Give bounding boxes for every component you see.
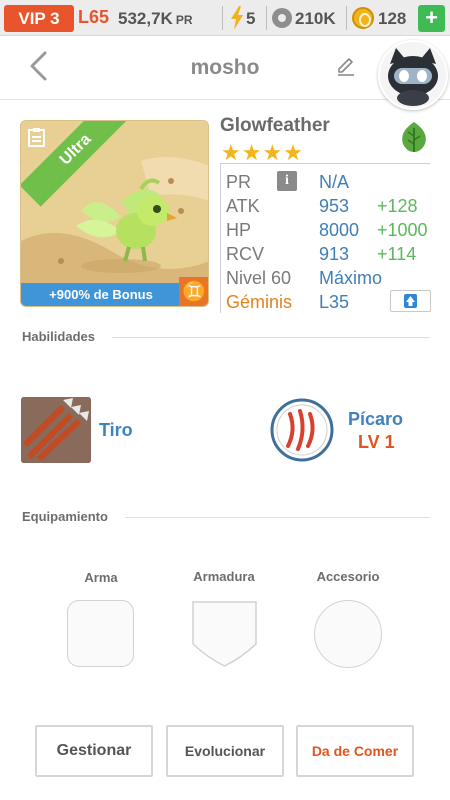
skill-name-tiro: Tiro — [99, 420, 133, 440]
power-unit: PR — [175, 13, 193, 27]
add-coins-button[interactable]: + — [418, 5, 445, 32]
zodiac-label: Géminis — [226, 292, 293, 312]
divider — [220, 163, 430, 164]
coin-count: 128 — [378, 9, 407, 28]
hp-bonus: +1000 — [377, 220, 428, 240]
hp-label: HP — [226, 220, 252, 240]
zodiac-upgrade-button[interactable] — [390, 290, 431, 312]
accessory-slot[interactable] — [314, 600, 382, 668]
divider — [112, 337, 430, 338]
rcv-value: 913 — [319, 244, 350, 264]
header: mosho — [0, 36, 450, 110]
monster-name: Glowfeather — [220, 115, 330, 136]
player-level: L65 — [78, 7, 110, 27]
evolve-button[interactable]: Evolucionar — [166, 725, 284, 777]
pr-label: PR — [226, 172, 252, 192]
lightning-icon — [231, 6, 243, 30]
power-rating: 532,7K PR — [118, 9, 193, 29]
rcv-bonus: +114 — [377, 244, 417, 264]
divider — [346, 6, 347, 30]
info-icon[interactable]: i — [277, 171, 297, 191]
pr-value: N/A — [319, 172, 350, 192]
claw-skill-icon[interactable] — [270, 398, 334, 462]
arrow-up-icon — [404, 294, 417, 308]
divider — [222, 6, 223, 30]
status-bar: VIP 3 L65 532,7K PR 5 210K 128 + — [0, 0, 450, 36]
energy-count: 5 — [246, 9, 256, 28]
divider — [125, 517, 430, 518]
zodiac-level: L35 — [319, 292, 350, 312]
arrows-icon — [21, 397, 91, 463]
paw-icon — [272, 8, 292, 28]
vip-badge[interactable]: VIP 3 — [4, 5, 74, 32]
paw-count: 210K — [295, 9, 336, 28]
weapon-slot[interactable] — [67, 600, 134, 667]
skills-section-title: Habilidades — [22, 329, 95, 344]
accessory-label: Accesorio — [316, 569, 380, 584]
edit-pencil-icon[interactable] — [335, 55, 357, 77]
level-label: Nivel 60 — [226, 268, 292, 288]
bonus-bar: +900% de Bonus — [21, 283, 181, 306]
hp-value: 8000 — [319, 220, 360, 240]
atk-label: ATK — [226, 196, 260, 216]
manage-button[interactable]: Gestionar — [35, 725, 153, 777]
weapon-label: Arma — [84, 570, 118, 585]
divider — [266, 6, 267, 30]
clipboard-icon — [28, 128, 45, 147]
power-value: 532,7K — [118, 9, 173, 28]
armor-slot[interactable] — [191, 600, 258, 668]
monster-card[interactable]: Ultra +900% de Bonus ♊ — [20, 120, 209, 307]
armor-label: Armadura — [193, 569, 255, 584]
pet-avatar[interactable] — [378, 40, 448, 110]
skill-level: LV 1 — [358, 432, 395, 452]
robot-cat-avatar-icon — [388, 48, 438, 106]
equipment-section-title: Equipamiento — [22, 509, 108, 524]
divider — [220, 163, 221, 313]
leaf-icon — [402, 122, 426, 152]
coin-icon — [352, 7, 374, 29]
level-value: Máximo — [319, 268, 383, 288]
feed-button[interactable]: Da de Comer — [296, 725, 414, 777]
skill-name-picaro: Pícaro — [348, 409, 404, 429]
rcv-label: RCV — [226, 244, 265, 264]
gemini-icon: ♊ — [179, 277, 208, 306]
atk-value: 953 — [319, 196, 350, 216]
arrows-skill-icon[interactable] — [21, 397, 91, 463]
monster-detail-screen: VIP 3 L65 532,7K PR 5 210K 128 + mosho U… — [0, 0, 450, 800]
atk-bonus: +128 — [377, 196, 418, 216]
